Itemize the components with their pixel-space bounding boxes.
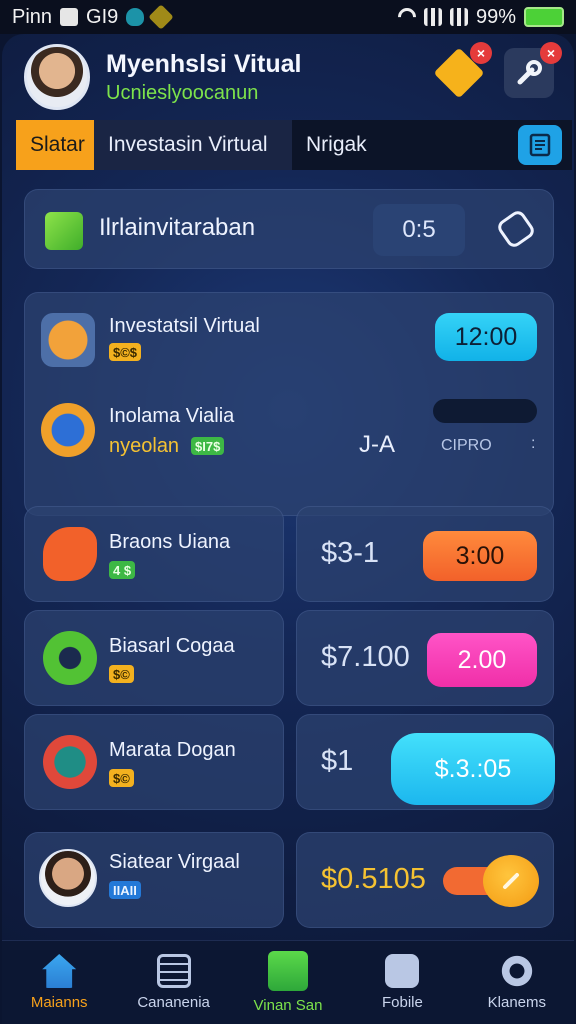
list-item-right-2[interactable]: $7.100 2.00 [296, 610, 554, 706]
status-left-text: Pinn [12, 5, 53, 28]
status-bar: Pinn GI9 99% [0, 0, 576, 34]
chart-icon [156, 954, 191, 988]
list-title-3: Marata Dogan [109, 739, 236, 761]
list-item-left-3[interactable]: Marata Dogan $© [24, 714, 284, 810]
nav-label-chart: Cananenia [137, 994, 210, 1011]
list-title-1: Braons Uiana [109, 531, 231, 553]
status-carrier: GI9 [86, 5, 119, 28]
list-item-right-1[interactable]: $3-1 3:00 [296, 506, 554, 602]
list-item-left-1[interactable]: Braons Uiana 4 $ [24, 506, 284, 602]
nav-item-home[interactable]: Maianns [2, 941, 116, 1024]
list-item-right-4[interactable]: $0.5105 [296, 832, 554, 928]
tab-bar: Slatar Investasin Virtual Nrigak [16, 120, 572, 170]
secondary-chip: $I7$ [191, 437, 225, 455]
list-item-left-2[interactable]: Biasarl Cogaa $© [24, 610, 284, 706]
list-price-1: $3-1 [321, 537, 380, 569]
gear-icon [43, 631, 97, 685]
investment-card: Investatsil Virtual $©$ 12:00 Inolama Vi… [24, 292, 554, 516]
tab-slatar[interactable]: Slatar [16, 120, 94, 170]
profile-avatar[interactable] [24, 44, 90, 110]
list-chip-3: $© [109, 769, 134, 787]
progress-track [433, 399, 537, 423]
document-icon [268, 951, 309, 991]
list-pill-3[interactable]: $.3.:05 [391, 733, 555, 805]
shield-icon [126, 8, 145, 26]
list-price-3: $1 [321, 745, 354, 777]
edit-icon[interactable] [495, 208, 537, 250]
tab-investasin-virtual[interactable]: Investasin Virtual [94, 120, 292, 170]
toggle-switch[interactable] [443, 855, 539, 907]
nav-label-home: Maianns [30, 994, 88, 1011]
app-screen: Myenhslsi Vitual Ucnieslyoocanun × × Sla… [2, 34, 574, 1024]
secondary-small-label: CIPRO [441, 437, 492, 454]
wifi-icon [394, 4, 420, 30]
tab-nrigak[interactable]: Nrigak [292, 120, 381, 170]
signal-icon-2 [449, 8, 468, 26]
app-subtitle: Ucnieslyoocanun [106, 82, 259, 104]
home-icon [42, 954, 77, 988]
battery-icon [524, 7, 564, 27]
list-item-left-4[interactable]: Siatear Virgaal IIAII [24, 832, 284, 928]
secondary-title: Inolama Vialia [109, 405, 235, 427]
house-gear-icon [41, 313, 95, 367]
wrench-icon [517, 60, 542, 85]
notification-icon [60, 8, 79, 26]
tool-badge-icon [43, 735, 97, 789]
nav-item-document[interactable]: Vinan San [231, 941, 345, 1024]
nav-label-document: Vinan San [253, 997, 323, 1014]
battery-percent: 99% [475, 5, 516, 28]
tag-button[interactable]: × [433, 42, 492, 99]
heart-icon [148, 4, 175, 30]
compass-icon [41, 403, 95, 457]
list-item-right-3[interactable]: $1 $.3.:05 [296, 714, 555, 810]
signal-icon [423, 8, 442, 26]
close-badge-icon[interactable]: × [470, 42, 492, 64]
timer-display: 0:5 [373, 204, 465, 256]
secondary-value: J-A [359, 431, 395, 458]
list-title-2: Biasarl Cogaa [109, 635, 235, 657]
tools-button[interactable]: × [504, 42, 562, 98]
notes-icon [529, 133, 551, 157]
list-price-4: $0.5105 [321, 863, 426, 895]
wallet-icon [385, 954, 420, 988]
header: Myenhslsi Vitual Ucnieslyoocanun × × [2, 34, 574, 122]
list-pill-1[interactable]: 3:00 [423, 531, 537, 581]
nav-item-wallet[interactable]: Fobile [345, 941, 459, 1024]
time-pill-12[interactable]: 12:00 [435, 313, 537, 361]
nav-item-chart[interactable]: Cananenia [116, 941, 230, 1024]
list-chip-4: IIAII [109, 881, 141, 899]
summary-card: Ilrlainvitaraban 0:5 [24, 189, 554, 269]
secondary-subtitle: nyeolan [109, 435, 180, 457]
user-avatar [39, 849, 97, 907]
investment-title: Investatsil Virtual [109, 315, 260, 337]
list-price-2: $7.100 [321, 641, 410, 673]
list-chip-2: $© [109, 665, 134, 683]
summary-label: Ilrlainvitaraban [99, 214, 256, 241]
nav-label-wallet: Fobile [381, 994, 423, 1011]
chat-burst-icon [43, 527, 97, 581]
list-pill-2[interactable]: 2.00 [427, 633, 537, 687]
list-chip-1: 4 $ [109, 561, 136, 579]
investment-chip: $©$ [109, 343, 142, 361]
list-title-4: Siatear Virgaal [109, 851, 240, 873]
app-title: Myenhslsi Vitual [106, 50, 302, 78]
nav-label-settings: Klanems [487, 994, 546, 1011]
bottom-nav: Maianns Cananenia Vinan San Fobile Klane… [2, 940, 574, 1024]
notes-button[interactable] [518, 125, 562, 165]
close-badge-icon-2[interactable]: × [540, 42, 562, 64]
chart-up-icon [45, 212, 83, 250]
pencil-icon [483, 855, 539, 907]
nav-item-settings[interactable]: Klanems [460, 941, 574, 1024]
settings-icon [499, 954, 534, 988]
more-icon[interactable]: : [531, 435, 535, 453]
